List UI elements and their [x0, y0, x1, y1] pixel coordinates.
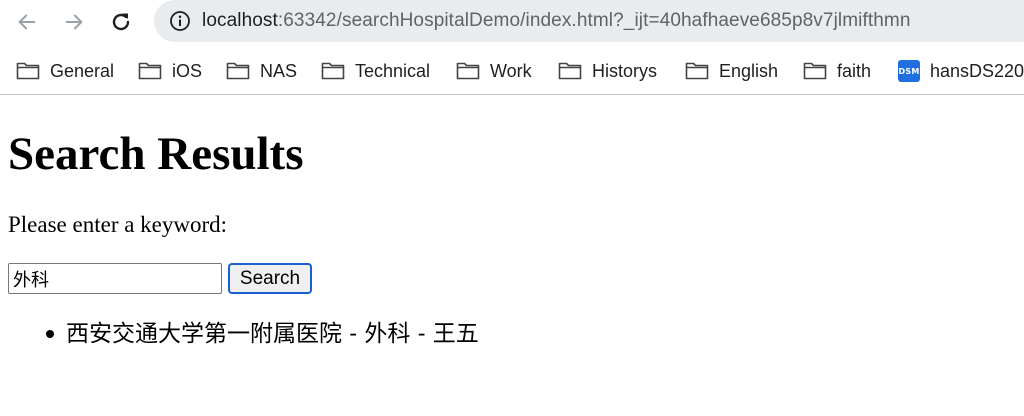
url-path: :63342/searchHospitalDemo/index.html?_ij… — [277, 10, 911, 31]
page-title: Search Results — [8, 128, 304, 180]
arrow-right-icon — [65, 14, 83, 30]
bookmark-label: General — [50, 60, 115, 81]
bookmark-label: NAS — [260, 60, 298, 81]
folder-icon — [226, 62, 250, 80]
bookmark-label: iOS — [172, 60, 203, 81]
bookmark-label: Historys — [592, 60, 658, 81]
folder-icon — [321, 62, 345, 80]
reload-icon — [112, 13, 130, 31]
bookmarks-bar: General iOS NAS Technical Work Historys … — [0, 48, 1024, 95]
result-text: 西安交通大学第一附属医院 - 外科 - 王五 — [66, 321, 479, 347]
bookmark-label: faith — [837, 60, 872, 81]
reload-button[interactable] — [103, 4, 139, 40]
folder-icon — [138, 62, 162, 80]
bookmark-label: hansDS220 — [930, 60, 1024, 81]
bookmark-technical[interactable]: Technical — [321, 56, 430, 86]
keyword-prompt: Please enter a keyword: — [8, 212, 228, 237]
folder-icon — [16, 62, 40, 80]
bookmark-historys[interactable]: Historys — [558, 56, 657, 86]
folder-icon — [685, 62, 709, 80]
folder-icon — [456, 62, 480, 80]
search-input[interactable] — [8, 263, 222, 294]
bookmark-work[interactable]: Work — [456, 56, 532, 86]
dsm-icon: DSM — [898, 60, 920, 82]
bookmark-english[interactable]: English — [685, 56, 778, 86]
bookmark-label: English — [719, 60, 779, 81]
list-item: 西安交通大学第一附属医院 - 外科 - 王五 — [8, 318, 908, 350]
folder-icon — [803, 62, 827, 80]
results-list: 西安交通大学第一附属医院 - 外科 - 王五 — [8, 318, 908, 350]
bullet-icon — [46, 330, 54, 338]
bookmark-label: Technical — [355, 60, 431, 81]
back-button[interactable] — [9, 4, 45, 40]
arrow-left-icon — [18, 14, 36, 30]
bookmark-hansds220[interactable]: DSM hansDS220 — [898, 56, 1024, 86]
bookmark-faith[interactable]: faith — [803, 56, 871, 86]
folder-icon — [558, 62, 582, 80]
forward-button[interactable] — [56, 4, 92, 40]
bookmark-general[interactable]: General — [16, 56, 114, 86]
url-host: localhost — [202, 10, 278, 31]
page-content: Search Results Please enter a keyword: S… — [0, 96, 1024, 416]
bookmark-label: Work — [490, 60, 532, 81]
bookmark-ios[interactable]: iOS — [138, 56, 202, 86]
bookmark-nas[interactable]: NAS — [226, 56, 297, 86]
browser-toolbar: localhost:63342/searchHospitalDemo/index… — [0, 0, 1024, 48]
url-text[interactable]: localhost:63342/searchHospitalDemo/index… — [202, 8, 910, 34]
info-icon[interactable] — [168, 9, 192, 33]
address-bar[interactable]: localhost:63342/searchHospitalDemo/index… — [154, 0, 1024, 42]
search-button[interactable]: Search — [228, 263, 312, 294]
